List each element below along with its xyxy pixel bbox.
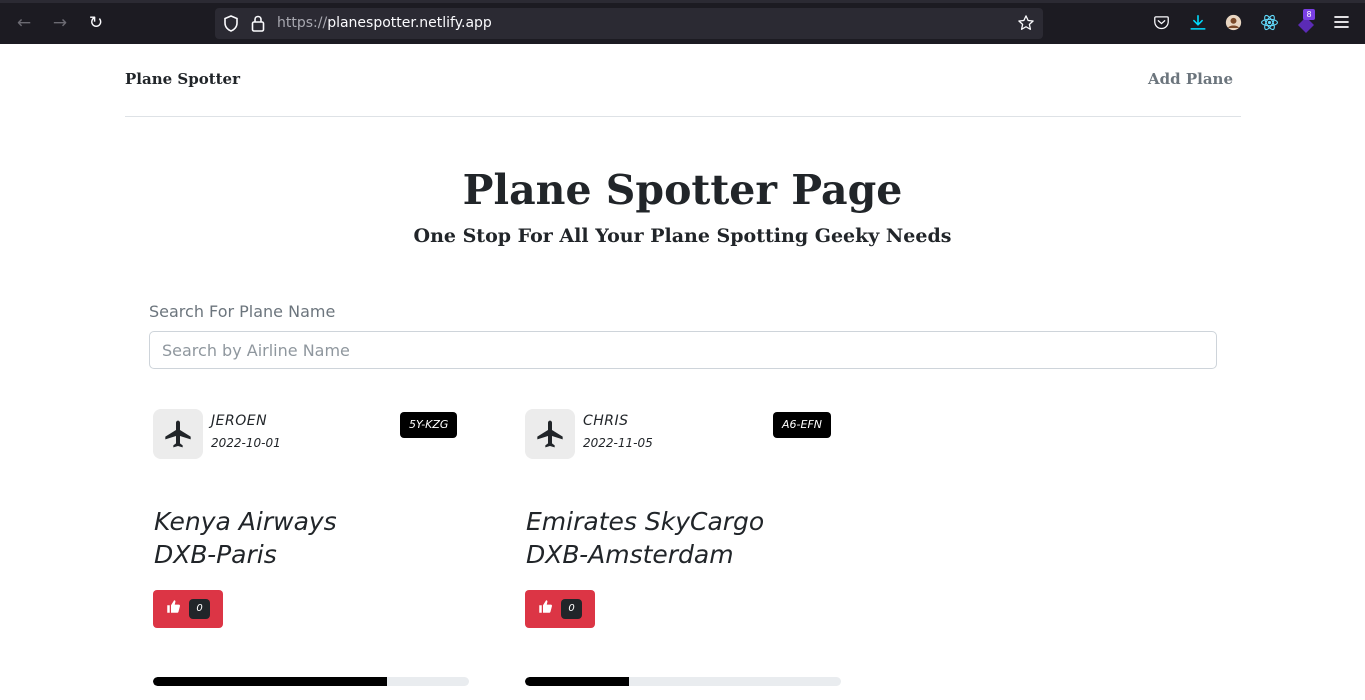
- react-devtools-icon[interactable]: [1260, 13, 1279, 32]
- progress-fill: [153, 677, 387, 686]
- airplane-icon: [165, 420, 191, 448]
- thumbs-up-icon: [539, 600, 553, 613]
- url-host: planespotter.netlify.app: [327, 15, 492, 31]
- registration-badge: A6-EFN: [773, 412, 831, 438]
- like-count: 0: [189, 599, 210, 619]
- progress-bar: [525, 677, 841, 686]
- browser-toolbar: ← → ↻ https://planespotter.netlify.app 8: [0, 0, 1365, 44]
- search-input[interactable]: [149, 331, 1217, 369]
- like-button[interactable]: 0: [153, 590, 223, 628]
- spotter-name: CHRIS: [583, 413, 629, 429]
- extension-badge: 8: [1303, 9, 1315, 20]
- account-avatar-icon[interactable]: [1225, 14, 1242, 31]
- download-icon[interactable]: [1189, 13, 1207, 32]
- url-text[interactable]: https://planespotter.netlify.app: [277, 15, 492, 31]
- forward-arrow-icon[interactable]: →: [49, 12, 71, 34]
- progress-bar: [153, 677, 469, 686]
- browser-tabstrip-edge: [0, 0, 1365, 3]
- spotted-date: 2022-11-05: [583, 436, 653, 450]
- airline-name: Kenya Airways: [154, 507, 337, 536]
- address-bar[interactable]: https://planespotter.netlify.app: [215, 8, 1043, 39]
- airplane-icon: [537, 420, 563, 448]
- plane-card: CHRIS 2022-11-05 A6-EFN Emirates SkyCarg…: [525, 406, 841, 700]
- search-label: Search For Plane Name: [149, 302, 336, 321]
- back-arrow-icon[interactable]: ←: [13, 12, 35, 34]
- airline-name: Emirates SkyCargo: [526, 507, 765, 536]
- extension-icon[interactable]: 8: [1296, 9, 1318, 33]
- page-subtitle: One Stop For All Your Plane Spotting Gee…: [413, 225, 952, 247]
- site-navbar: Plane Spotter Add Plane: [125, 44, 1241, 117]
- lock-icon[interactable]: [251, 15, 265, 32]
- flight-route: DXB-Amsterdam: [526, 540, 734, 569]
- brand-link[interactable]: Plane Spotter: [125, 70, 240, 88]
- add-plane-link[interactable]: Add Plane: [1148, 70, 1233, 88]
- spotted-date: 2022-10-01: [211, 436, 281, 450]
- flight-route: DXB-Paris: [154, 540, 277, 569]
- hamburger-menu-icon[interactable]: [1334, 15, 1349, 29]
- spotter-name: JEROEN: [211, 413, 268, 429]
- url-scheme: https://: [277, 15, 328, 31]
- like-button[interactable]: 0: [525, 590, 595, 628]
- like-count: 0: [561, 599, 582, 619]
- reload-icon[interactable]: ↻: [85, 12, 107, 34]
- plane-avatar: [153, 409, 203, 459]
- pocket-icon[interactable]: [1153, 14, 1170, 31]
- registration-badge: 5Y-KZG: [400, 412, 458, 438]
- progress-fill: [525, 677, 630, 686]
- bookmark-star-icon[interactable]: [1017, 14, 1035, 32]
- thumbs-up-icon: [167, 600, 181, 613]
- page-title: Plane Spotter Page: [462, 166, 903, 214]
- plane-card: JEROEN 2022-10-01 5Y-KZG Kenya Airways D…: [153, 406, 469, 700]
- shield-icon[interactable]: [223, 15, 239, 32]
- plane-avatar: [525, 409, 575, 459]
